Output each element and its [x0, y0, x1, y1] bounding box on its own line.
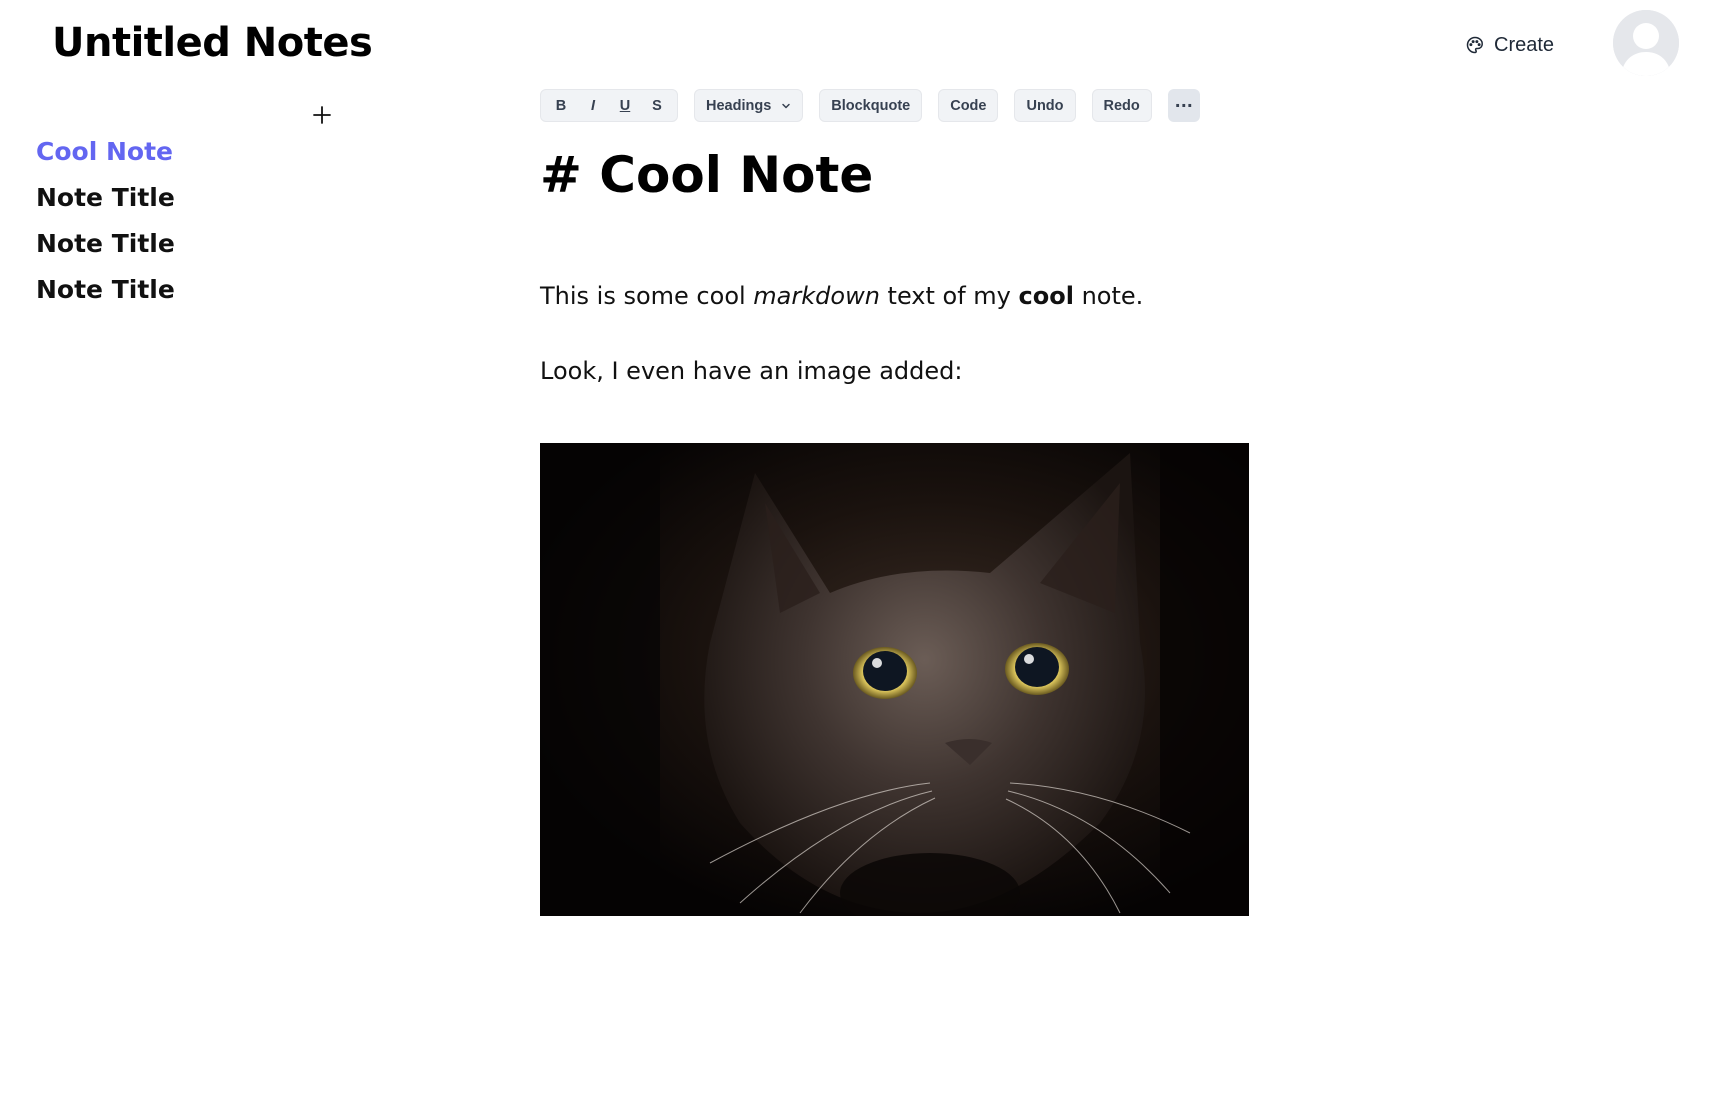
note-item[interactable]: Note Title [36, 179, 175, 225]
note-list: Cool Note Note Title Note Title Note Tit… [36, 133, 175, 317]
add-note-button[interactable] [310, 103, 334, 127]
cat-image [540, 443, 1249, 916]
italic-button[interactable]: I [577, 89, 609, 122]
p1-bold-text: cool [1018, 282, 1074, 310]
paragraph-2: Look, I even have an image added: [540, 357, 963, 385]
bold-button[interactable]: B [545, 89, 577, 122]
strikethrough-button[interactable]: S [641, 89, 673, 122]
palette-icon [1466, 36, 1484, 54]
plus-icon [313, 106, 331, 124]
chevron-down-icon [781, 101, 791, 111]
editor-content[interactable]: # Cool Note This is some cool markdown t… [540, 140, 1260, 385]
note-item[interactable]: Note Title [36, 271, 175, 317]
headings-dropdown[interactable]: Headings [694, 89, 804, 122]
undo-button[interactable]: Undo [1014, 89, 1076, 122]
underline-button[interactable]: U [609, 89, 641, 122]
redo-button[interactable]: Redo [1091, 89, 1152, 122]
more-options-button[interactable]: ··· [1167, 89, 1200, 122]
paragraph-1: This is some cool markdown text of my co… [540, 280, 1143, 312]
note-item-cool-note[interactable]: Cool Note [36, 133, 175, 179]
headings-label: Headings [706, 97, 772, 114]
avatar[interactable] [1613, 10, 1679, 76]
p1-text: This is some cool [540, 282, 754, 310]
format-button-group: B I U S [540, 89, 678, 122]
app-title: Untitled Notes [52, 20, 373, 66]
code-button[interactable]: Code [938, 89, 999, 122]
note-heading: # Cool Note [540, 146, 874, 204]
create-button[interactable]: Create [1466, 30, 1554, 60]
editor-toolbar: B I U S Headings Blockquote Code Undo Re… [540, 89, 1200, 122]
note-item[interactable]: Note Title [36, 225, 175, 271]
p1-text: text of my [879, 282, 1019, 310]
create-label: Create [1494, 33, 1555, 56]
p1-text: note. [1073, 282, 1144, 310]
user-avatar-icon [1613, 10, 1679, 76]
blockquote-button[interactable]: Blockquote [819, 89, 923, 122]
p1-italic-text: markdown [753, 282, 880, 310]
